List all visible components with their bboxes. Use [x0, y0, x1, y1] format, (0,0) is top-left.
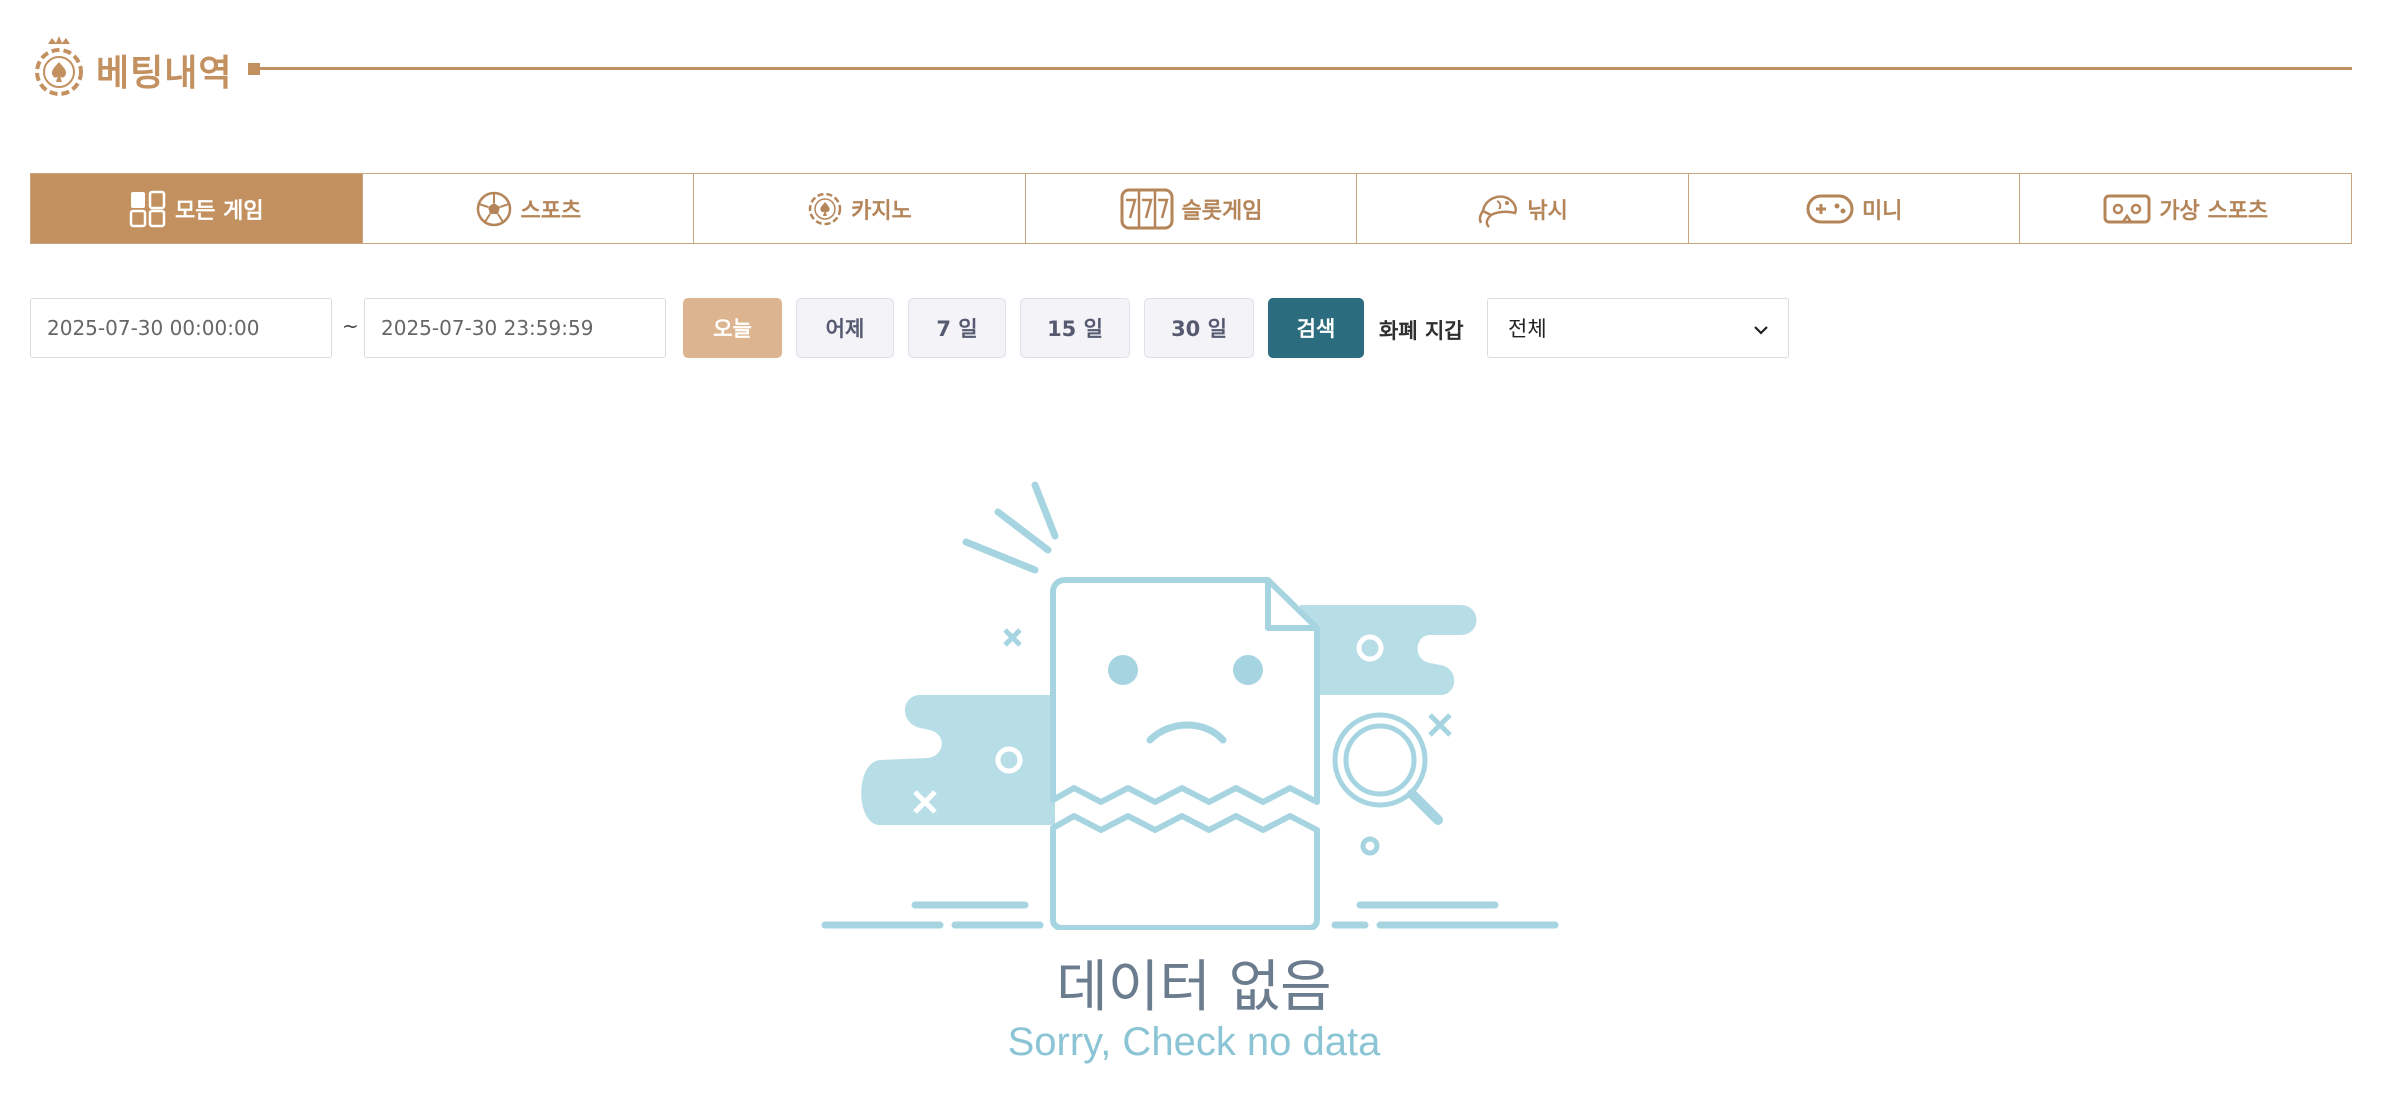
filter-bar: 2025-07-30 00:00:00 ~ 2025-07-30 23:59:5… — [30, 298, 1830, 358]
casino-chip-icon — [807, 191, 843, 227]
tab-fishing[interactable]: 낚시 — [1357, 174, 1689, 243]
gamepad-icon — [1806, 192, 1854, 226]
today-button[interactable]: 오늘 — [683, 298, 782, 358]
empty-state: 데이터 없음 Sorry, Check no data — [0, 480, 2388, 1080]
page-header: 베팅내역 — [32, 34, 2352, 104]
soccer-ball-icon — [475, 190, 513, 228]
search-button[interactable]: 검색 — [1268, 298, 1364, 358]
grid-icon — [129, 190, 167, 228]
date-range-separator: ~ — [342, 314, 359, 338]
tab-virtual-sports[interactable]: 가상 스포츠 — [2020, 174, 2351, 243]
vr-goggles-icon — [2103, 192, 2151, 226]
tab-label: 가상 스포츠 — [2159, 198, 2269, 224]
7-days-button[interactable]: 7 일 — [908, 298, 1006, 358]
chevron-down-icon — [1754, 316, 1768, 340]
header-divider-dot — [248, 63, 260, 75]
tab-casino[interactable]: 카지노 — [694, 174, 1026, 243]
tab-label: 카지노 — [851, 198, 912, 224]
tab-label: 낚시 — [1527, 198, 1568, 224]
30-days-button[interactable]: 30 일 — [1144, 298, 1254, 358]
wallet-label: 화폐 지갑 — [1379, 319, 1464, 343]
tab-sports[interactable]: 스포츠 — [363, 174, 695, 243]
tab-slot-games[interactable]: 슬롯게임 — [1026, 174, 1358, 243]
tab-label: 미니 — [1861, 198, 1903, 224]
yesterday-button[interactable]: 어제 — [796, 298, 894, 358]
tab-label: 슬롯게임 — [1181, 198, 1263, 224]
wallet-select[interactable]: 전체 — [1487, 298, 1789, 358]
slot-777-icon — [1120, 188, 1174, 230]
tab-all-games[interactable]: 모든 게임 — [31, 174, 363, 243]
fish-icon — [1477, 189, 1519, 229]
spade-chip-icon — [32, 34, 86, 100]
header-divider — [260, 67, 2352, 70]
wallet-select-value: 전체 — [1508, 317, 1547, 341]
end-date-input[interactable]: 2025-07-30 23:59:59 — [364, 298, 666, 358]
page-title: 베팅내역 — [96, 53, 233, 94]
tab-mini[interactable]: 미니 — [1689, 174, 2021, 243]
game-tabs: 모든 게임 스포츠 카지노 슬롯게임 낚시 미니 가상 스포츠 — [30, 173, 2352, 244]
start-date-input[interactable]: 2025-07-30 00:00:00 — [30, 298, 332, 358]
empty-state-title: 데이터 없음 — [1056, 955, 1332, 1020]
tab-label: 스포츠 — [520, 198, 582, 224]
empty-state-subtitle: Sorry, Check no data — [1007, 1020, 1381, 1064]
no-data-illustration — [821, 481, 1559, 930]
tab-label: 모든 게임 — [174, 198, 264, 224]
15-days-button[interactable]: 15 일 — [1020, 298, 1130, 358]
